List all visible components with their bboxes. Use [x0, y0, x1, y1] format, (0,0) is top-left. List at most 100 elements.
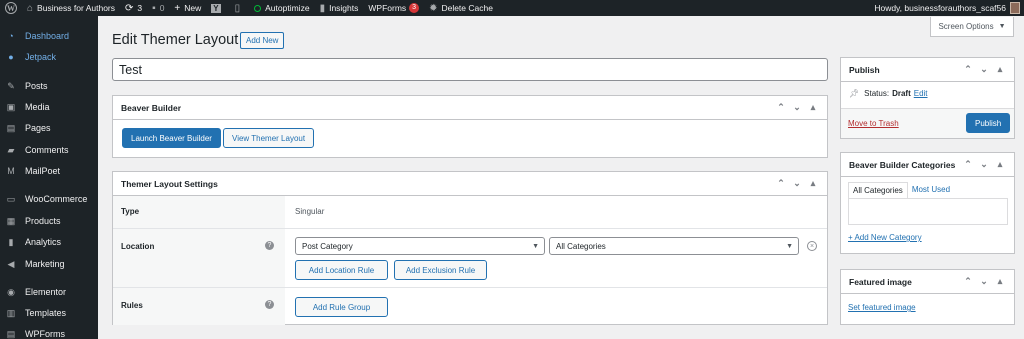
remove-rule-icon[interactable]: ×	[807, 241, 817, 251]
move-down-icon[interactable]: ⌄	[976, 159, 992, 170]
move-to-trash-link[interactable]: Move to Trash	[848, 119, 899, 128]
post-title-input[interactable]: Test	[112, 58, 828, 81]
avatar	[1010, 2, 1020, 14]
toggle-icon[interactable]: ▴	[992, 276, 1008, 287]
toggle-icon[interactable]: ▴	[805, 102, 821, 113]
screen-options-button[interactable]: Screen Options ▼	[930, 17, 1014, 37]
type-label: Type	[113, 196, 285, 228]
location-category-select[interactable]: All Categories ▼	[549, 237, 799, 255]
move-up-icon[interactable]: ⌃	[773, 178, 789, 189]
sidebar-item-analytics[interactable]: ▮ Analytics	[0, 232, 98, 252]
sidebar-item-media[interactable]: ▣ Media	[0, 97, 98, 117]
analytics-icon: ▮	[8, 236, 14, 247]
sidebar-item-label: Dashboard	[25, 31, 70, 41]
site-name: Business for Authors	[37, 3, 116, 13]
view-themer-layout-button[interactable]: View Themer Layout	[223, 128, 315, 148]
featured-image-box: Featured image ⌃ ⌄ ▴ Set featured image	[840, 269, 1015, 325]
sidebar-item-label: Elementor	[25, 287, 67, 297]
sidebar-item-label: MailPoet	[25, 166, 61, 176]
autoptimize-label: Autoptimize	[265, 3, 310, 13]
wp-logo-menu[interactable]: W	[0, 0, 22, 16]
updates-count: 3	[137, 3, 143, 13]
insights-label: Insights	[329, 3, 359, 13]
selected-value: All Categories	[556, 241, 606, 251]
more-link[interactable]: ▯	[230, 0, 250, 16]
move-up-icon[interactable]: ⌃	[960, 276, 976, 287]
location-type-select[interactable]: Post Category ▼	[295, 237, 545, 255]
sidebar-item-woocommerce[interactable]: ▭ WooCommerce	[0, 189, 98, 209]
categories-box: Beaver Builder Categories ⌃ ⌄ ▴ All Catego…	[840, 152, 1015, 254]
box-title: Themer Layout Settings	[121, 178, 218, 189]
move-up-icon[interactable]: ⌃	[960, 64, 976, 75]
add-rule-group-button[interactable]: Add Rule Group	[295, 297, 388, 317]
sidebar-item-wpforms[interactable]: ▤ WPForms	[0, 324, 98, 339]
edit-status-link[interactable]: Edit	[914, 89, 928, 98]
move-up-icon[interactable]: ⌃	[773, 102, 789, 113]
tab-all-categories[interactable]: All Categories	[848, 182, 908, 198]
category-tabs: All Categories Most Used	[848, 182, 954, 198]
type-row: Type Singular	[113, 196, 827, 228]
page-icon: ▯	[234, 2, 241, 14]
help-icon[interactable]: ?	[265, 300, 274, 309]
sidebar-item-dashboard[interactable]: ◔ Dashboard	[0, 26, 98, 46]
sidebar-item-pages[interactable]: ▤ Pages	[0, 118, 98, 138]
wpforms-link[interactable]: WPForms 3	[363, 0, 424, 16]
account-menu[interactable]: Howdy, businessforauthors_scaf56	[874, 2, 1024, 14]
sidebar-item-marketing[interactable]: ◀ Marketing	[0, 254, 98, 274]
box-title: Publish	[849, 64, 880, 75]
home-icon: ⌂	[27, 2, 34, 14]
pin-icon: ✎	[7, 80, 15, 91]
wpforms-badge: 3	[409, 3, 420, 13]
move-down-icon[interactable]: ⌄	[976, 276, 992, 287]
move-down-icon[interactable]: ⌄	[976, 64, 992, 75]
yoast-link[interactable]: Y	[206, 0, 229, 16]
refresh-icon: ⟳	[125, 2, 134, 14]
status-line: 📌︎ Status: Draft Edit	[849, 89, 928, 98]
wpforms-label: WPForms	[368, 3, 407, 13]
updates-link[interactable]: ⟳ 3	[120, 0, 147, 16]
products-icon: ▦	[6, 215, 16, 226]
sidebar-item-mailpoet[interactable]: M MailPoet	[0, 161, 98, 181]
sidebar-item-jetpack[interactable]: ● Jetpack	[0, 47, 98, 67]
publish-box: Publish ⌃ ⌄ ▴ 📌︎ Status: Draft Edit Move t…	[840, 57, 1015, 139]
status-value: Draft	[892, 89, 911, 98]
selected-value: Post Category	[302, 241, 353, 251]
sidebar-item-elementor[interactable]: ◉ Elementor	[0, 282, 98, 302]
toggle-icon[interactable]: ▴	[992, 159, 1008, 170]
move-down-icon[interactable]: ⌄	[789, 178, 805, 189]
help-icon[interactable]: ?	[265, 241, 274, 250]
screen-options-label: Screen Options	[938, 22, 994, 31]
launch-beaver-builder-button[interactable]: Launch Beaver Builder	[122, 128, 221, 148]
set-featured-image-link[interactable]: Set featured image	[848, 303, 916, 312]
sidebar-item-posts[interactable]: ✎ Posts	[0, 76, 98, 96]
location-row: Location ? Post Category ▼ All Categories…	[113, 228, 827, 287]
beaver-builder-header: Beaver Builder ⌃ ⌄ ▴	[113, 96, 827, 120]
publish-actions: Move to Trash Publish	[841, 108, 1014, 138]
tab-most-used[interactable]: Most Used	[908, 182, 954, 198]
sidebar-item-comments[interactable]: ▰ Comments	[0, 140, 98, 160]
site-name-link[interactable]: ⌂ Business for Authors	[22, 0, 120, 16]
sidebar-item-label: Analytics	[25, 237, 62, 247]
add-exclusion-rule-button[interactable]: Add Exclusion Rule	[394, 260, 487, 280]
add-new-category-link[interactable]: + Add New Category	[848, 233, 922, 242]
category-checklist[interactable]	[848, 198, 1008, 225]
sidebar-item-templates[interactable]: ▥ Templates	[0, 303, 98, 323]
toggle-icon[interactable]: ▴	[992, 64, 1008, 75]
publish-button[interactable]: Publish	[966, 113, 1011, 133]
sidebar-item-products[interactable]: ▦ Products	[0, 211, 98, 231]
move-down-icon[interactable]: ⌄	[789, 102, 805, 113]
move-up-icon[interactable]: ⌃	[960, 159, 976, 170]
comments-link[interactable]: ▪ 0	[147, 0, 169, 16]
insights-link[interactable]: ▮ Insights	[315, 0, 364, 16]
new-content-link[interactable]: + New	[169, 0, 206, 16]
beaver-builder-box: Beaver Builder ⌃ ⌄ ▴ Launch Beaver Builder…	[112, 95, 828, 158]
delete-cache-link[interactable]: ✹ Delete Cache	[424, 0, 498, 16]
toggle-icon[interactable]: ▴	[805, 178, 821, 189]
yoast-icon: Y	[211, 3, 221, 13]
add-new-button[interactable]: Add New	[240, 32, 285, 49]
box-title: Featured image	[849, 276, 912, 287]
add-location-rule-button[interactable]: Add Location Rule	[295, 260, 388, 280]
sidebar-item-label: Pages	[25, 123, 51, 133]
comment-icon: ▪	[152, 2, 156, 14]
autoptimize-link[interactable]: Autoptimize	[249, 0, 314, 16]
